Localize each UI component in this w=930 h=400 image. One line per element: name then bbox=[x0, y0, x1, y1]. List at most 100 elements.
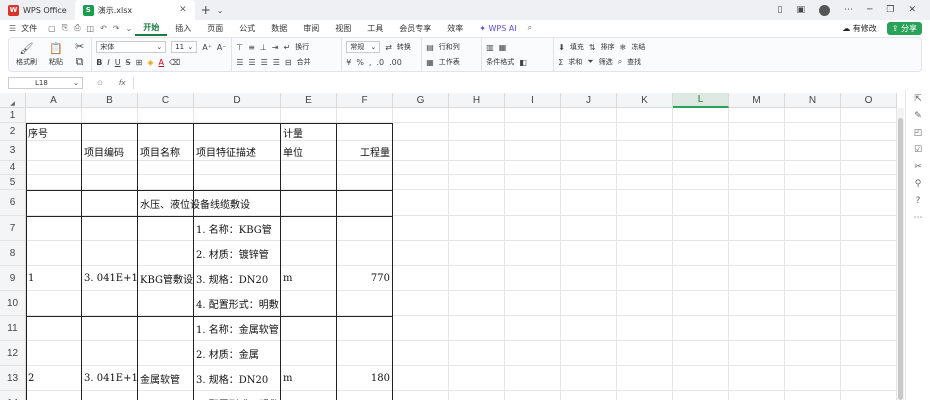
hamburger-icon[interactable]: ☰ bbox=[6, 24, 19, 33]
strikethrough-icon[interactable]: S̶ bbox=[126, 58, 131, 67]
help-icon[interactable]: ? bbox=[916, 196, 921, 206]
column-header-l[interactable]: L bbox=[673, 93, 729, 108]
table-style-icon[interactable]: ▦ bbox=[499, 43, 507, 52]
font-name-select[interactable]: 宋体 ⌄ bbox=[96, 41, 167, 53]
customize-chevron-icon[interactable]: ⌄ bbox=[123, 24, 136, 33]
menu-insert[interactable]: 插入 bbox=[167, 20, 199, 36]
filter-label[interactable]: 筛选 bbox=[599, 57, 613, 67]
comment-status[interactable]: ☁ 有修改 bbox=[842, 23, 877, 34]
sort-icon[interactable]: ⇅ bbox=[589, 43, 596, 52]
sidebar-toggle-icon[interactable]: ▯ bbox=[777, 5, 782, 15]
align-top-icon[interactable]: ⊤ bbox=[236, 43, 243, 52]
menu-tools[interactable]: 工具 bbox=[359, 20, 391, 36]
row-header-8[interactable]: 8 bbox=[0, 241, 26, 266]
column-header-k[interactable]: K bbox=[617, 93, 673, 108]
row-header-12[interactable]: 12 bbox=[0, 341, 26, 366]
row-header-4[interactable]: 4 bbox=[0, 161, 26, 175]
cell-a13[interactable]: 2 bbox=[26, 366, 82, 391]
cell-d7[interactable]: 1. 名称：KBG管 bbox=[194, 216, 281, 241]
sum-label[interactable]: 求和 bbox=[568, 57, 582, 67]
cond-format-icon[interactable]: ▥ bbox=[486, 43, 494, 52]
cell-e13[interactable]: m bbox=[281, 366, 337, 391]
cell-d13[interactable]: 3. 规格：DN20 bbox=[194, 366, 281, 391]
cell-d14[interactable]: 4. 配置形式：明敷 bbox=[194, 391, 281, 400]
cell-a2[interactable]: 序号 bbox=[26, 123, 82, 141]
merge-label[interactable]: 合并 bbox=[297, 57, 311, 67]
column-header-e[interactable]: E bbox=[281, 93, 337, 108]
close-tab-icon[interactable]: ✕ bbox=[179, 5, 187, 15]
freeze-icon[interactable]: ❄ bbox=[620, 43, 627, 52]
menu-data[interactable]: 数据 bbox=[263, 20, 295, 36]
cursor-icon[interactable]: ⇱ bbox=[914, 94, 922, 104]
function-icon[interactable]: fx bbox=[119, 79, 126, 87]
menu-review[interactable]: 审阅 bbox=[295, 20, 327, 36]
row-header-14[interactable]: 14 bbox=[0, 391, 26, 400]
column-header-c[interactable]: C bbox=[138, 93, 194, 108]
align-right-icon[interactable]: ☰ bbox=[261, 58, 268, 67]
column-header-m[interactable]: M bbox=[729, 93, 785, 108]
decimal-decrease-icon[interactable]: .00 bbox=[389, 58, 402, 67]
row-header-6[interactable]: 6 bbox=[0, 190, 26, 216]
merge-icon[interactable]: ⊟ bbox=[285, 58, 292, 67]
column-header-i[interactable]: I bbox=[505, 93, 561, 108]
row-header-13[interactable]: 13 bbox=[0, 366, 26, 391]
italic-icon[interactable]: I bbox=[107, 58, 109, 67]
menu-page[interactable]: 页面 bbox=[199, 20, 231, 36]
bold-icon[interactable]: B bbox=[96, 58, 102, 67]
cell-d10[interactable]: 4. 配置形式：明敷 bbox=[194, 291, 281, 316]
save-icon[interactable]: ▢ bbox=[45, 24, 59, 33]
undo-icon[interactable]: ↶ bbox=[97, 24, 110, 33]
minimize-icon[interactable]: ─ bbox=[867, 5, 872, 15]
number-format-select[interactable]: 常规 ⌄ bbox=[346, 41, 381, 53]
wrap-text-label[interactable]: 换行 bbox=[295, 42, 309, 52]
sort-label[interactable]: 排序 bbox=[601, 42, 615, 52]
rows-cols-label[interactable]: 行和列 bbox=[439, 42, 460, 52]
redo-icon[interactable]: ↷ bbox=[110, 24, 123, 33]
vertical-scrollbar[interactable] bbox=[897, 108, 904, 400]
row-header-9[interactable]: 9 bbox=[0, 266, 26, 291]
menu-formula[interactable]: 公式 bbox=[231, 20, 263, 36]
cell-style-icon[interactable]: ◧ bbox=[519, 58, 527, 67]
convert-label[interactable]: 转换 bbox=[397, 42, 411, 52]
search-icon[interactable]: ⌕ bbox=[525, 23, 535, 33]
menu-view[interactable]: 视图 bbox=[327, 20, 359, 36]
row-header-3[interactable]: 3 bbox=[0, 141, 26, 161]
cell-c3[interactable]: 项目名称 bbox=[138, 141, 194, 161]
restore-icon[interactable]: ❐ bbox=[886, 5, 894, 15]
share-button[interactable]: ⇪ 分享 bbox=[886, 21, 922, 35]
print-icon[interactable]: ⎙ bbox=[71, 23, 83, 33]
column-header-n[interactable]: N bbox=[785, 93, 841, 108]
freeze-label[interactable]: 冻结 bbox=[631, 42, 645, 52]
cell-e9[interactable]: m bbox=[281, 266, 337, 291]
formula-input[interactable] bbox=[133, 77, 903, 89]
cell-b13[interactable]: 3. 041E+10 bbox=[82, 366, 138, 391]
export-icon[interactable]: ⎘ bbox=[59, 23, 71, 33]
cell-d11[interactable]: 1. 名称：金属软管 bbox=[194, 316, 281, 341]
rows-cols-icon[interactable]: ▤ bbox=[426, 43, 434, 52]
paste-button[interactable]: 📋 粘贴 bbox=[46, 41, 66, 68]
thousands-icon[interactable]: , bbox=[369, 58, 372, 67]
cell-e2[interactable]: 计量 bbox=[281, 123, 337, 141]
find-icon[interactable]: ⌕ bbox=[618, 57, 622, 67]
font-size-select[interactable]: 11 ⌄ bbox=[171, 41, 198, 53]
worksheet-label[interactable]: 工作表 bbox=[439, 57, 460, 67]
justify-icon[interactable]: ☰ bbox=[273, 58, 280, 67]
layout-icon[interactable]: ▣ bbox=[796, 5, 805, 15]
spreadsheet-grid[interactable]: ◢ ABCDEFGHIJKLMNO1234567891011121314序号项目… bbox=[0, 93, 897, 400]
tab-document[interactable]: S 演示.xlsx ✕ bbox=[74, 0, 195, 20]
menu-file[interactable]: 文件 bbox=[19, 20, 45, 36]
zoom-icon[interactable]: ⊙ bbox=[97, 79, 103, 87]
properties-icon[interactable]: ⚲ bbox=[915, 179, 922, 189]
cell-a9[interactable]: 1 bbox=[26, 266, 82, 291]
menu-efficiency[interactable]: 效率 bbox=[439, 20, 471, 36]
increase-font-icon[interactable]: A⁺ bbox=[202, 43, 212, 52]
decrease-font-icon[interactable]: A⁻ bbox=[217, 43, 227, 52]
cell-c6[interactable]: 水压、液位设备线缆敷设 bbox=[138, 190, 281, 216]
column-header-f[interactable]: F bbox=[337, 93, 393, 108]
align-left-icon[interactable]: ☰ bbox=[236, 58, 243, 67]
tab-wps-office[interactable]: W WPS Office bbox=[0, 0, 75, 20]
name-box[interactable]: L18 ⌄ bbox=[8, 77, 83, 89]
cell-b9[interactable]: 3. 041E+10 bbox=[82, 266, 138, 291]
cell-d3[interactable]: 项目特征描述 bbox=[194, 141, 281, 161]
cell-b3[interactable]: 项目编码 bbox=[82, 141, 138, 161]
